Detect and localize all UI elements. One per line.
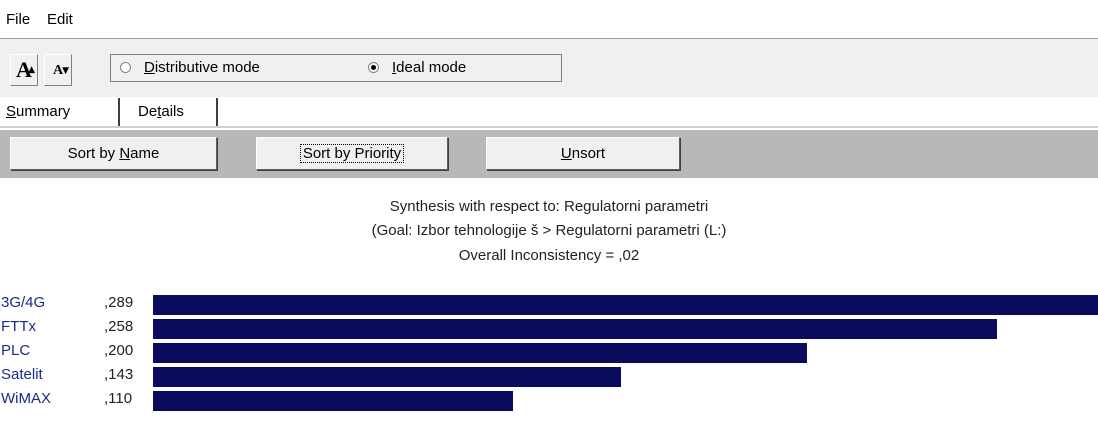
bar-label: Satelit [1, 366, 43, 383]
unsort-button[interactable]: Unsort [486, 137, 680, 170]
synthesis-goal: (Goal: Izbor tehnologije š > Regulatorni… [371, 222, 727, 239]
bar-label: PLC [1, 342, 31, 359]
distributive-mode-radio[interactable] [120, 62, 131, 73]
bar [153, 319, 997, 339]
decrease-font-button[interactable]: A ▼ [44, 54, 72, 86]
sort-by-priority-button[interactable]: Sort by Priority [256, 137, 448, 170]
tab-details[interactable]: Details [126, 98, 218, 126]
synthesis-title: Synthesis with respect to: Regulatorni p… [389, 198, 709, 215]
menu-bar: File Edit [0, 0, 1098, 38]
bar-value-label: ,143 [104, 366, 134, 383]
overall-inconsistency: Overall Inconsistency = ,02 [458, 247, 640, 264]
ideal-mode-label[interactable]: Ideal mode [392, 59, 466, 76]
tab-summary[interactable]: Summary [6, 98, 120, 126]
bar-value-label: ,200 [104, 342, 134, 359]
menu-file[interactable]: File [6, 11, 30, 28]
distributive-mode-label[interactable]: Distributive mode [144, 59, 260, 76]
ideal-mode-radio[interactable] [368, 62, 379, 73]
bar-value-label: ,258 [104, 318, 134, 335]
menu-edit[interactable]: Edit [47, 11, 73, 28]
bar-label: 3G/4G [1, 294, 46, 311]
increase-font-button[interactable]: A ▲ [10, 54, 38, 86]
divider [0, 126, 1098, 128]
bar [153, 367, 621, 387]
bar-label: WiMAX [1, 390, 51, 407]
bar-value-label: ,110 [104, 390, 133, 407]
bar [153, 391, 513, 411]
bar-value-label: ,289 [104, 294, 134, 311]
bar [153, 343, 807, 363]
sort-by-name-button[interactable]: Sort by Name [10, 137, 217, 170]
bar [153, 295, 1098, 315]
mode-selector: Distributive mode Ideal mode [110, 54, 562, 82]
bar-label: FTTx [1, 318, 36, 335]
